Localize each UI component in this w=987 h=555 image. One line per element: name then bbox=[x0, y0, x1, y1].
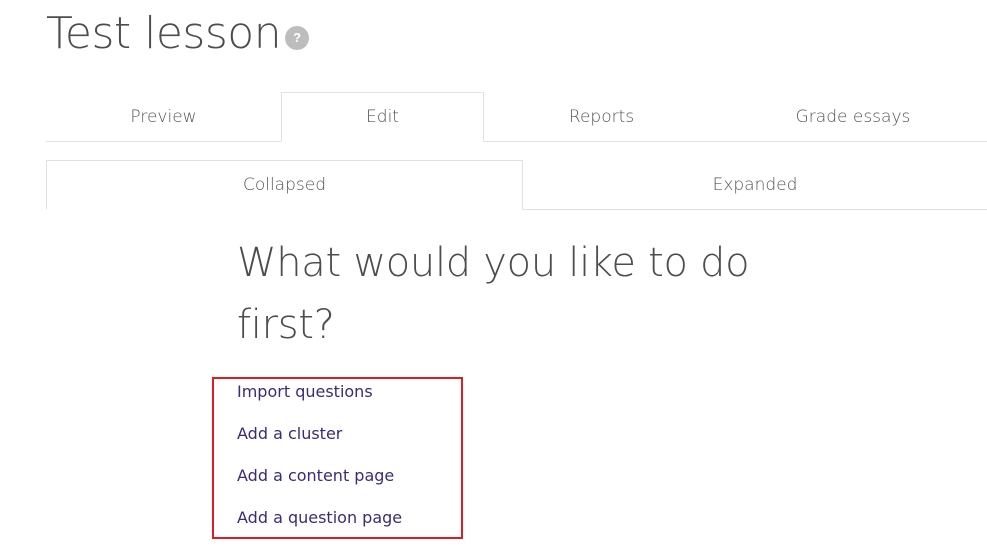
tab-grade-essays[interactable]: Grade essays bbox=[719, 92, 987, 142]
tab-expanded[interactable]: Expanded bbox=[523, 160, 987, 210]
tab-edit[interactable]: Edit bbox=[281, 92, 484, 142]
tab-collapsed[interactable]: Collapsed bbox=[46, 160, 523, 210]
help-icon[interactable]: ? bbox=[285, 26, 310, 50]
add-cluster-link[interactable]: Add a cluster bbox=[237, 424, 342, 443]
list-item: Add a content page bbox=[237, 463, 402, 505]
add-content-page-link[interactable]: Add a content page bbox=[237, 466, 394, 485]
page-title-text: Test lesson bbox=[46, 8, 282, 59]
import-questions-link[interactable]: Import questions bbox=[237, 382, 373, 401]
add-question-page-link[interactable]: Add a question page bbox=[237, 508, 402, 527]
prompt-heading: What would you like to do first? bbox=[237, 240, 750, 348]
primary-tabs: Preview Edit Reports Grade essays bbox=[46, 92, 987, 142]
list-item: Add a cluster bbox=[237, 421, 402, 463]
list-item: Add a question page bbox=[237, 505, 402, 547]
action-list: Import questions Add a cluster Add a con… bbox=[237, 379, 402, 547]
secondary-tabs: Collapsed Expanded bbox=[46, 160, 987, 210]
tab-reports[interactable]: Reports bbox=[484, 92, 719, 142]
page-title: Test lesson ? bbox=[46, 6, 310, 62]
tab-preview[interactable]: Preview bbox=[46, 92, 281, 142]
list-item: Import questions bbox=[237, 379, 402, 421]
